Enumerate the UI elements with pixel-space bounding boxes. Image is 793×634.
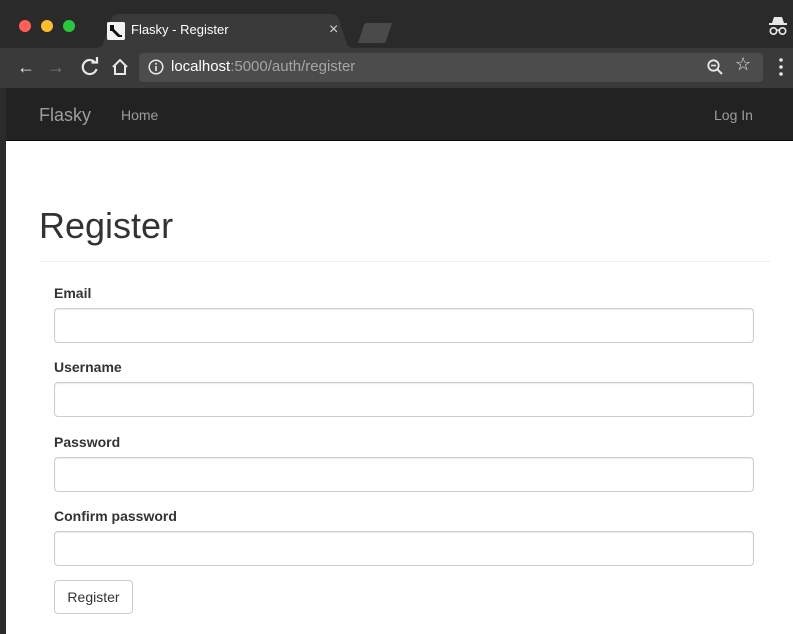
tab-close-icon[interactable]: × xyxy=(329,20,338,40)
home-icon[interactable] xyxy=(109,56,131,78)
reload-icon[interactable] xyxy=(79,56,101,78)
address-bar[interactable]: localhost:5000/auth/register ☆ xyxy=(139,53,763,82)
browser-toolbar: ← → localhost:5000/auth/register ☆ xyxy=(0,48,793,88)
password-field[interactable] xyxy=(54,457,754,492)
menu-dots-icon[interactable] xyxy=(778,57,784,77)
email-label: Email xyxy=(54,285,92,301)
navbar-brand[interactable]: Flasky xyxy=(39,105,91,126)
tab-strip: Flasky - Register × xyxy=(0,0,793,48)
tab-active[interactable]: Flasky - Register × xyxy=(95,14,355,48)
new-tab-button[interactable] xyxy=(356,23,394,43)
header-divider xyxy=(39,261,770,262)
page-title: Register xyxy=(39,205,174,246)
confirm-password-label: Confirm password xyxy=(54,508,177,524)
back-arrow-icon[interactable]: ← xyxy=(15,56,37,78)
close-window-button[interactable] xyxy=(19,20,31,32)
url-host: localhost xyxy=(171,58,231,75)
forward-arrow-icon[interactable]: → xyxy=(45,56,67,78)
bookmark-star-icon[interactable]: ☆ xyxy=(735,54,751,75)
flask-favicon-icon xyxy=(107,22,125,40)
tab-title: Flasky - Register xyxy=(131,22,229,37)
maximize-window-button[interactable] xyxy=(63,20,75,32)
site-navbar: Flasky Home Log In xyxy=(6,88,793,141)
username-label: Username xyxy=(54,359,122,375)
confirm-password-field[interactable] xyxy=(54,531,754,566)
username-field[interactable] xyxy=(54,382,754,417)
url-text[interactable]: localhost:5000/auth/register xyxy=(171,58,355,75)
info-icon[interactable] xyxy=(148,59,164,75)
minimize-window-button[interactable] xyxy=(41,20,53,32)
url-path: :5000/auth/register xyxy=(230,58,356,75)
page-viewport: Flasky Home Log In Register Email Userna… xyxy=(6,88,793,634)
register-button[interactable]: Register xyxy=(54,580,133,614)
incognito-icon[interactable] xyxy=(766,14,790,38)
nav-login-link[interactable]: Log In xyxy=(714,107,753,123)
email-field[interactable] xyxy=(54,308,754,343)
zoom-out-icon[interactable] xyxy=(706,58,724,76)
nav-home-link[interactable]: Home xyxy=(121,107,158,123)
password-label: Password xyxy=(54,434,121,450)
